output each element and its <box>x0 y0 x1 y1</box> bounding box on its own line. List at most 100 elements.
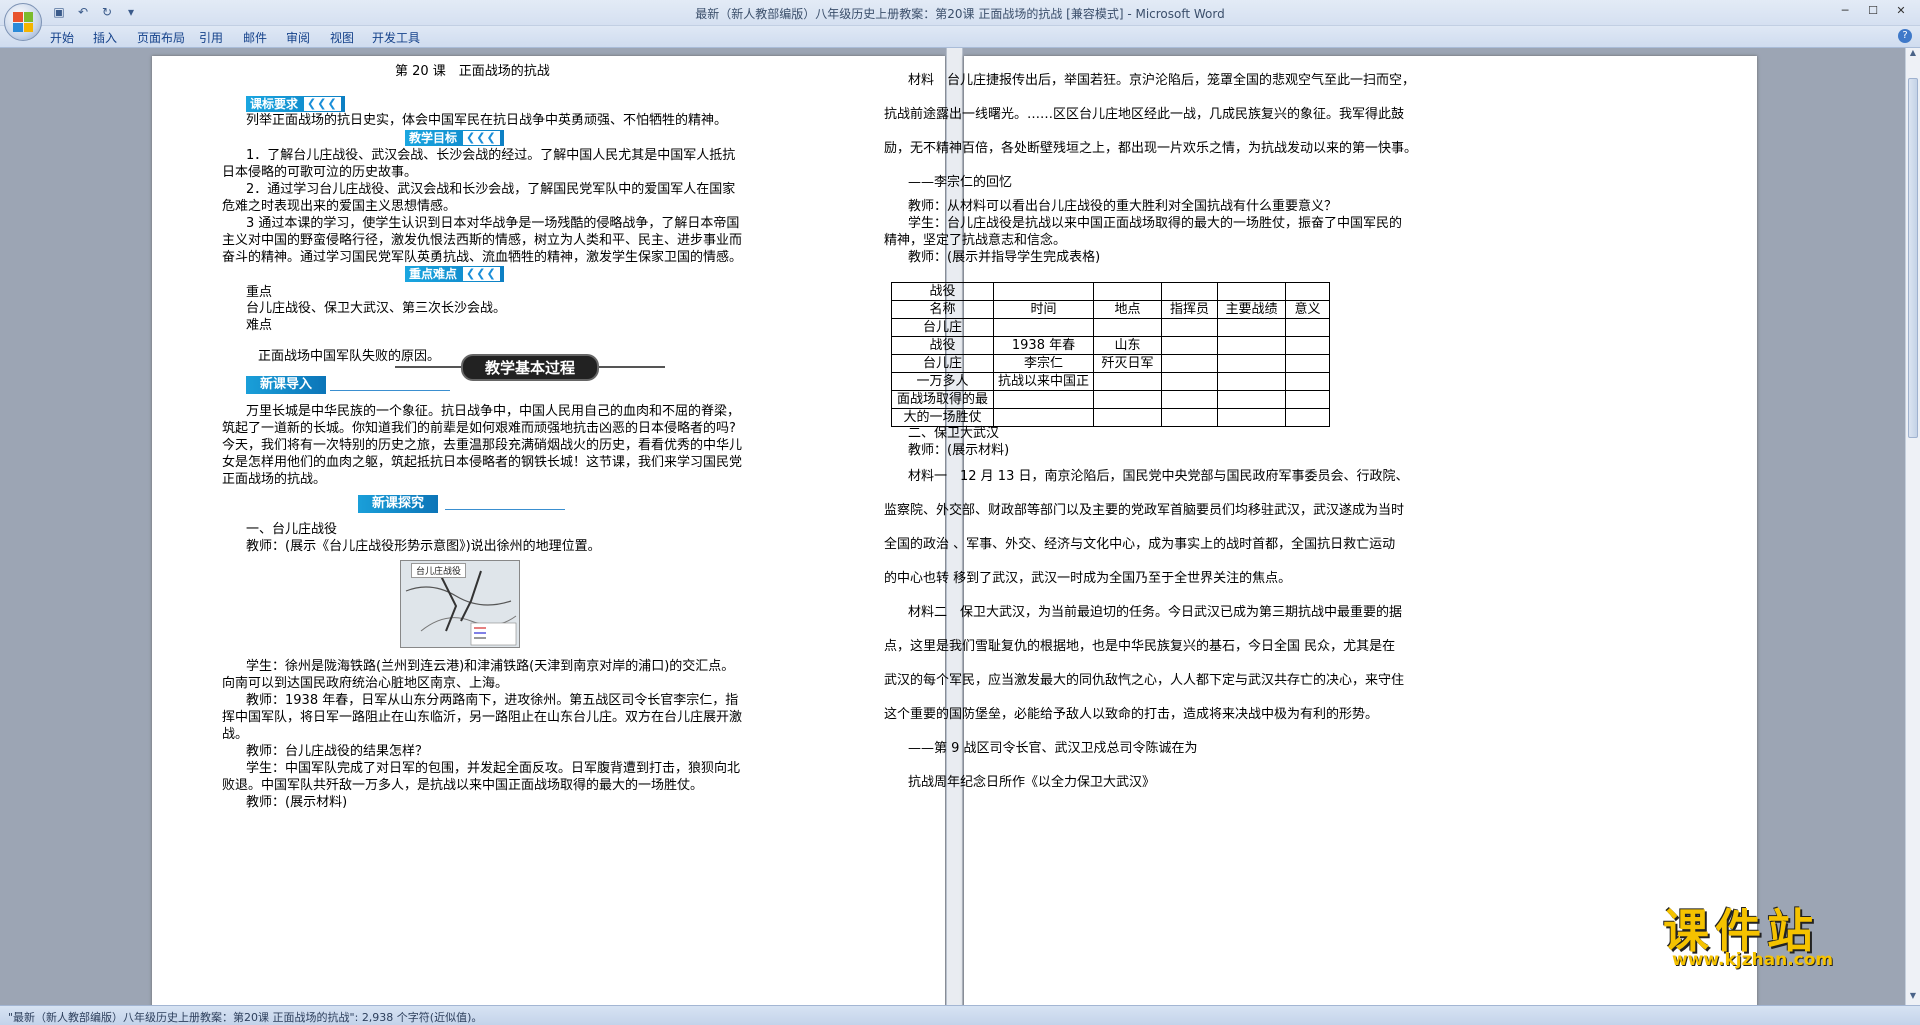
material-2a: 材料一 12 月 13 日，南京沦陷后，国民党中央党部与国民政府军事委员会、行政… <box>908 469 1409 484</box>
table-cell <box>1217 372 1286 391</box>
teacher-line-5: 教师：(展示材料) <box>908 443 1010 458</box>
difficulty-label: 难点 <box>246 318 273 333</box>
table-cell <box>993 282 1094 301</box>
table-row: 战役 1938 年春 山东 <box>891 336 1330 355</box>
banner-key-points: 重点难点 ❮❮❮ <box>405 266 504 282</box>
window-title: 最新（新人教部编版）八年级历史上册教案：第20课 正面战场的抗战 [兼容模式] … <box>695 7 1225 21</box>
table-cell: 一万多人 <box>891 372 994 391</box>
tab-review[interactable]: 审阅 <box>286 29 310 46</box>
table-cell <box>1285 336 1330 355</box>
table-row: 一万多人 抗战以来中国正 <box>891 372 1330 391</box>
table-row: 名称 时间 地点 指挥员 主要战绩 意义 <box>891 300 1330 319</box>
table-cell <box>1161 282 1218 301</box>
tab-page-layout[interactable]: 页面布局 <box>137 29 185 46</box>
intro-underline <box>330 390 450 391</box>
material-1c: 励，无不精神百倍，各处断壁残垣之上，都出现一片欢乐之情，为抗战发动以来的第一快事… <box>884 141 1418 156</box>
minimize-icon[interactable]: ─ <box>1832 2 1858 20</box>
ribbon-tabs: 开始 插入 页面布局 引用 邮件 审阅 视图 开发工具 <box>0 26 1920 48</box>
tab-mailings[interactable]: 邮件 <box>243 29 267 46</box>
table-cell: 歼灭日军 <box>1093 354 1162 373</box>
scroll-down-icon[interactable]: ▼ <box>1906 991 1920 1005</box>
key-text: 台儿庄战役、保卫大武汉、第三次长沙会战。 <box>246 301 507 316</box>
table-cell <box>993 318 1094 337</box>
intro-2: 筑起了一道新的长城。你知道我们的前辈是如何艰难而顽强地抗击凶恶的日本侵略者的吗? <box>222 421 736 436</box>
table-cell <box>1161 354 1218 373</box>
maximize-icon[interactable]: ☐ <box>1860 2 1886 20</box>
table-cell: 战役 <box>891 336 994 355</box>
material-3d: 这个重要的国防堡垒，必能给予敌人以致命的打击，造成将来决战中极为有利的形势。 <box>884 707 1379 722</box>
table-cell <box>1285 390 1330 409</box>
goal-3b: 主义对中国的野蛮侵略行径，激发仇恨法西斯的情感，树立为人类和平、民主、进步事业而 <box>222 233 743 248</box>
teacher-line-2c: 战。 <box>222 727 249 742</box>
tab-view[interactable]: 视图 <box>330 29 354 46</box>
table-cell <box>1285 372 1330 391</box>
office-button[interactable] <box>4 3 42 41</box>
table-cell <box>1093 408 1162 427</box>
table-cell <box>1161 408 1218 427</box>
banner-intro: 新课导入 <box>246 376 327 394</box>
material-2b: 监察院、外交部、财政部等部门以及主要的党政军首脑要员们均移驻武汉，武汉遂成为当时 <box>884 503 1405 518</box>
table-cell <box>1093 318 1162 337</box>
table-cell <box>993 408 1094 427</box>
table-row: 大的一场胜仗 <box>891 408 1330 427</box>
banner-goals: 教学目标 ❮❮❮ <box>405 130 504 146</box>
table-cell <box>1093 372 1162 391</box>
intro-4: 女是怎样用他们的血肉之躯，筑起抵抗日本侵略者的钢铁长城！这节课，我们来学习国民党 <box>222 455 743 470</box>
tab-home[interactable]: 开始 <box>50 29 74 46</box>
table-cell <box>1285 318 1330 337</box>
table-cell <box>1285 408 1330 427</box>
student-line-2a: 学生：中国军队完成了对日军的包围，并发起全面反攻。日军腹背遭到打击，狼狈向北 <box>246 761 741 776</box>
scroll-up-icon[interactable]: ▲ <box>1906 48 1920 62</box>
scroll-thumb[interactable] <box>1908 78 1918 438</box>
table-cell: 李宗仁 <box>993 354 1094 373</box>
table-cell: 1938 年春 <box>993 336 1094 355</box>
table-cell: 台儿庄 <box>891 354 994 373</box>
material-1a: 材料 台儿庄捷报传出后，举国若狂。京沪沦陷后，笼罩全国的悲观空气至此一扫而空， <box>908 73 1416 88</box>
vertical-scrollbar[interactable]: ▲ ▼ <box>1905 48 1920 1005</box>
table-cell <box>1161 372 1218 391</box>
tab-developer[interactable]: 开发工具 <box>372 29 420 46</box>
section-2-heading: 二、保卫大武汉 <box>908 426 1000 441</box>
help-icon[interactable]: ? <box>1898 29 1912 43</box>
intro-1: 万里长城是中华民族的一个象征。抗日战争中，中国人民用自己的血肉和不屈的脊梁， <box>246 404 741 419</box>
table-cell: 名称 <box>891 300 994 319</box>
goal-2b: 危难之时表现出来的爱国主义思想情感。 <box>222 199 457 214</box>
table-cell: 抗战以来中国正 <box>993 372 1094 391</box>
table-cell <box>1217 336 1286 355</box>
goal-3a: 3 通过本课的学习，使学生认识到日本对华战争是一场残酷的侵略战争，了解日本帝国 <box>246 216 740 231</box>
teacher-line-2a: 教师：1938 年春，日军从山东分两路南下，进攻徐州。第五战区司令长官李宗仁，指 <box>246 693 739 708</box>
table-cell <box>1217 408 1286 427</box>
key-label: 重点 <box>246 285 273 300</box>
window-controls: ─ ☐ ✕ <box>1832 2 1914 20</box>
table-cell: 指挥员 <box>1161 300 1218 319</box>
material-3c: 武汉的每个军民，应当激发最大的同仇敌忾之心，人人都下定与武汉共存亡的决心，来守住 <box>884 673 1405 688</box>
teacher-line-4: 教师：(展示材料) <box>246 795 348 810</box>
table-row: 台儿庄 <box>891 318 1330 337</box>
table-cell <box>1285 282 1330 301</box>
tab-insert[interactable]: 插入 <box>93 29 117 46</box>
status-bar: "最新（新人教部编版）八年级历史上册教案：第20课 正面战场的抗战": 2,93… <box>0 1005 1920 1025</box>
material-1b: 抗战前途露出一线曙光。……区区台儿庄地区经此一战，几成民族复兴的象征。我军得此鼓 <box>884 107 1405 122</box>
table-cell: 地点 <box>1093 300 1162 319</box>
answer-1b: 精神，坚定了抗战意志和信念。 <box>884 233 1067 248</box>
student-line-1b: 向南可以到达国民政府统治心脏地区南京、上海。 <box>222 676 509 691</box>
process-banner: 教学基本过程 <box>395 353 665 381</box>
table-cell: 台儿庄 <box>891 318 994 337</box>
material-3a: 材料二 保卫大武汉，为当前最迫切的任务。今日武汉已成为第三期抗战中最重要的据 <box>908 605 1403 620</box>
material-2c: 全国的政治 、军事、外交、经济与文化中心，成为事实上的战时首都，全国抗日救亡运动 <box>884 537 1396 552</box>
close-icon[interactable]: ✕ <box>1888 2 1914 20</box>
student-line-1a: 学生：徐州是陇海铁路(兰州到连云港)和津浦铁路(天津到南京对岸的浦口)的交汇点。 <box>246 659 735 674</box>
explore-underline <box>445 509 565 510</box>
table-row: 面战场取得的最 <box>891 390 1330 409</box>
student-line-2b: 败退。中国军队共歼敌一万多人，是抗战以来中国正面战场取得的最大的一场胜仗。 <box>222 778 704 793</box>
teacher-table-instruction: 教师：(展示并指导学生完成表格) <box>908 250 1101 265</box>
tab-references[interactable]: 引用 <box>199 29 223 46</box>
material-3-source-2: 抗战周年纪念日所作《以全力保卫大武汉》 <box>908 775 1156 790</box>
question-1: 教师：从材料可以看出台儿庄战役的重大胜利对全国抗战有什么重要意义？ <box>908 199 1338 214</box>
banner-requirements: 课标要求 ❮❮❮ <box>246 96 345 112</box>
intro-5: 正面战场的抗战。 <box>222 472 327 487</box>
material-3b: 点，这里是我们雪耻复仇的根据地，也是中华民族复兴的基石，今日全国 民众，尤其是在 <box>884 639 1396 654</box>
table-cell <box>1285 354 1330 373</box>
table-cell <box>1161 318 1218 337</box>
map-title: 台儿庄战役 <box>411 563 467 578</box>
